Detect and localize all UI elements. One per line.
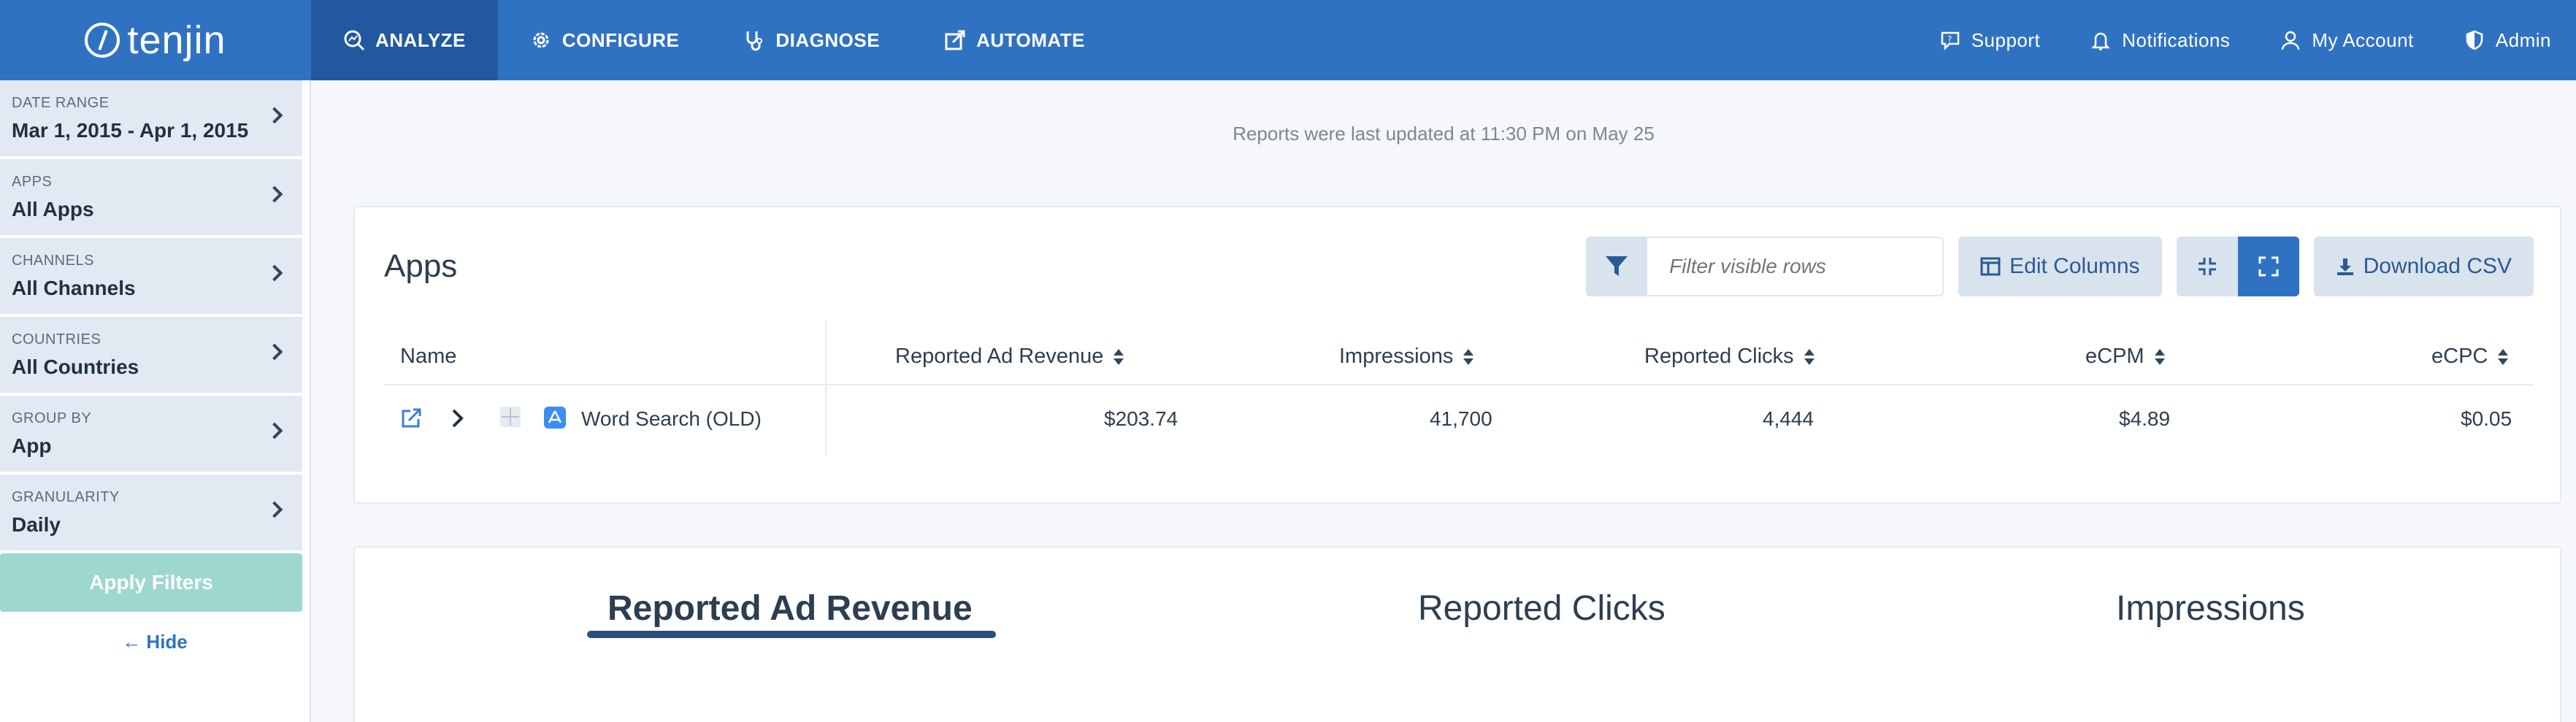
nav-my-account[interactable]: My Account xyxy=(2255,0,2438,80)
cell-ecpm: $4.89 xyxy=(2119,407,2171,430)
stethoscope-icon xyxy=(743,29,765,51)
filter-granularity[interactable]: GRANULARITY Daily xyxy=(0,475,302,550)
cell-impressions: 41,700 xyxy=(1430,407,1492,430)
open-external-icon[interactable] xyxy=(400,407,422,434)
apps-card: Apps Edit Columns Download CSV xyxy=(353,206,2561,504)
funnel-icon xyxy=(1606,256,1628,276)
sort-icon xyxy=(2154,349,2165,366)
column-header-ecpc[interactable]: eCPC xyxy=(2431,345,2509,369)
filter-group-by[interactable]: GROUP BY App xyxy=(0,396,302,472)
user-icon xyxy=(2280,29,2301,51)
nav-automate[interactable]: AUTOMATE xyxy=(912,0,1117,80)
table-header: Name Reported Ad Revenue Impressions Rep… xyxy=(384,321,2534,456)
apps-table: Name Reported Ad Revenue Impressions Rep… xyxy=(384,321,2534,456)
cell-ecpc: $0.05 xyxy=(2461,407,2512,430)
download-icon xyxy=(2336,257,2355,276)
gear-icon xyxy=(530,29,552,51)
nav-support[interactable]: ? Support xyxy=(1914,0,2066,80)
nav-configure[interactable]: CONFIGURE xyxy=(498,0,712,80)
tab-reported-ad-revenue[interactable]: Reported Ad Revenue xyxy=(607,588,973,629)
sort-icon xyxy=(1113,349,1124,366)
metric-chart-card: Reported Ad Revenue Reported Clicks Impr… xyxy=(353,546,2561,722)
sort-icon xyxy=(1803,349,1814,366)
tenjin-logo-icon xyxy=(85,23,120,58)
filter-date-range[interactable]: DATE RANGE Mar 1, 2015 - Apr 1, 2015 xyxy=(0,80,302,156)
apps-card-title: Apps xyxy=(384,248,458,284)
active-tab-indicator xyxy=(587,631,996,638)
support-icon: ? xyxy=(1939,29,1961,51)
nav-analyze[interactable]: ANALYZE xyxy=(311,0,498,80)
view-size-toggle xyxy=(2176,237,2299,296)
apps-toolbar: Edit Columns Download CSV xyxy=(1586,237,2534,296)
nav-right: ? Support Notifications My Account Admin xyxy=(1914,0,2576,80)
filter-channels[interactable]: CHANNELS All Channels xyxy=(0,238,302,314)
cell-clicks: 4,444 xyxy=(1763,407,1814,430)
hide-sidebar-link[interactable]: ← Hide xyxy=(0,631,310,653)
brand-name: tenjin xyxy=(127,18,226,62)
brand-logo[interactable]: tenjin xyxy=(0,0,311,80)
shield-icon xyxy=(2464,29,2485,51)
cell-revenue: $203.74 xyxy=(1104,407,1178,430)
sort-icon xyxy=(1463,349,1474,366)
filter-apps[interactable]: APPS All Apps xyxy=(0,159,302,235)
filter-visible-rows-input[interactable] xyxy=(1647,237,1944,296)
column-header-impressions[interactable]: Impressions xyxy=(1339,345,1474,369)
download-csv-button[interactable]: Download CSV xyxy=(2313,237,2534,296)
sort-icon xyxy=(2498,349,2509,366)
column-header-ecpm[interactable]: eCPM xyxy=(2085,345,2165,369)
app-store-icon xyxy=(543,406,567,434)
table-row[interactable]: Word Search (OLD) $203.74 41,700 4,444 $… xyxy=(384,385,2534,456)
filter-sidebar: DATE RANGE Mar 1, 2015 - Apr 1, 2015 APP… xyxy=(0,80,311,722)
column-header-clicks[interactable]: Reported Clicks xyxy=(1644,345,1814,369)
app-thumbnail-icon xyxy=(499,406,521,433)
automate-icon xyxy=(944,29,966,51)
svg-text:?: ? xyxy=(1947,34,1952,45)
column-header-name[interactable]: Name xyxy=(400,345,456,369)
tab-impressions[interactable]: Impressions xyxy=(2116,588,2305,629)
column-header-revenue[interactable]: Reported Ad Revenue xyxy=(895,345,1124,369)
reports-updated-text: Reports were last updated at 11:30 PM on… xyxy=(1233,123,1655,145)
bell-icon xyxy=(2090,29,2112,51)
columns-icon xyxy=(1980,257,2001,276)
tab-reported-clicks[interactable]: Reported Clicks xyxy=(1418,588,1665,629)
top-nav: tenjin ANALYZE CONFIGURE DIAGNOSE AUTOMA… xyxy=(0,0,2576,80)
expand-icon xyxy=(2258,256,2279,277)
apply-filters-button[interactable]: Apply Filters xyxy=(0,553,302,612)
compress-view-button[interactable] xyxy=(2176,237,2238,296)
app-name[interactable]: Word Search (OLD) xyxy=(581,407,762,431)
nav-diagnose[interactable]: DIAGNOSE xyxy=(711,0,912,80)
expand-row-chevron-icon[interactable] xyxy=(450,407,466,434)
nav-notifications[interactable]: Notifications xyxy=(2065,0,2255,80)
filter-rows-button[interactable] xyxy=(1586,237,1648,296)
edit-columns-button[interactable]: Edit Columns xyxy=(1958,237,2162,296)
expand-view-button[interactable] xyxy=(2237,237,2299,296)
nav-admin[interactable]: Admin xyxy=(2439,0,2576,80)
compress-icon xyxy=(2198,258,2216,275)
analyze-icon xyxy=(343,29,365,51)
filter-countries[interactable]: COUNTRIES All Countries xyxy=(0,317,302,393)
